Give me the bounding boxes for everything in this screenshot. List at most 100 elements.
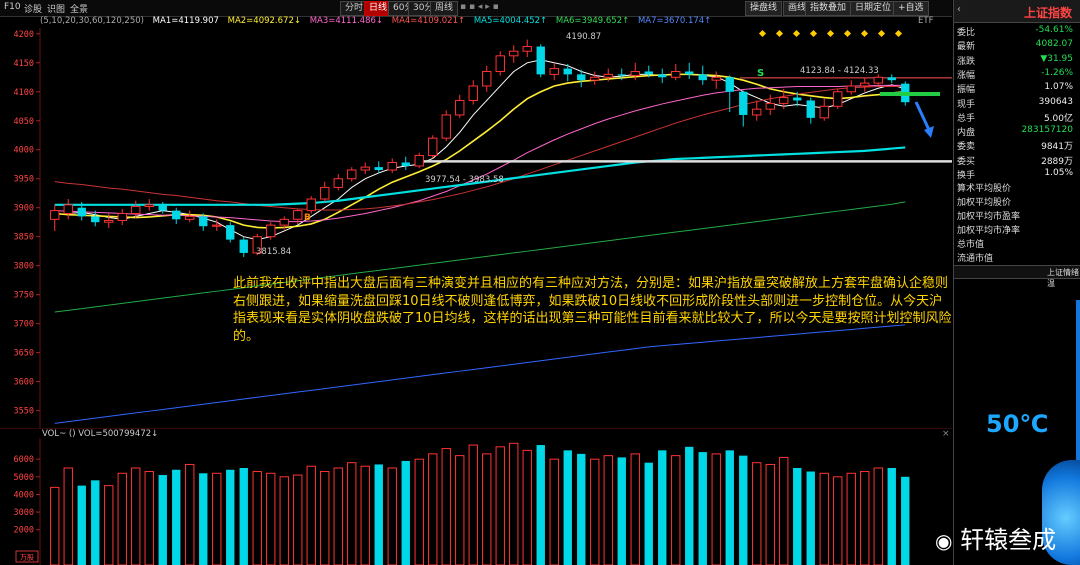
quote-row: 涨幅 -1.26%	[954, 67, 1080, 81]
vol-close-icon[interactable]: ×	[942, 429, 950, 439]
nav-arrows[interactable]: ▪ ▪ ◂ ▸ ▪	[460, 2, 499, 12]
quote-row-label: 总手	[957, 113, 976, 124]
candle-body	[846, 85, 856, 93]
volume-bar	[846, 472, 856, 565]
side-link-label: 流通市值	[957, 254, 994, 264]
side-back-icon[interactable]: ‹	[957, 4, 961, 15]
volume-bar	[509, 442, 519, 565]
quote-row-label: 委卖	[957, 142, 976, 153]
candle-body	[752, 108, 762, 116]
temperature-value: 50℃	[986, 410, 1049, 438]
caopanxian-button[interactable]: 操盘线	[745, 1, 783, 16]
candle-body	[603, 73, 613, 78]
volume-bar	[50, 486, 60, 565]
candle-body	[468, 85, 478, 101]
sentiment-title: 上证情绪温	[1047, 268, 1079, 288]
volume-bar	[279, 476, 289, 565]
toolbar-f10[interactable]: F10	[4, 2, 21, 12]
vol-tick-label: 3000	[14, 508, 34, 518]
candlestick-chart[interactable]: 4200 4150 4100 4050 4000 3950 3900 3850 3800 3750…	[0, 28, 952, 428]
vol-tick-label: 6000	[14, 455, 34, 465]
quote-row-label: 涨跌	[957, 56, 976, 67]
volume-bar	[401, 460, 410, 565]
side-link-label: 加权平均股价	[957, 198, 1012, 208]
candle-body	[495, 55, 505, 72]
candle-body	[374, 167, 383, 171]
candle-body	[117, 213, 127, 221]
side-link-item[interactable]: 总市值	[954, 236, 1080, 250]
vol-tick-label: 2000	[14, 526, 34, 536]
volume-bar	[577, 453, 586, 565]
volume-bar	[711, 453, 721, 565]
side-link-item[interactable]: 加权平均市盈率	[954, 208, 1080, 222]
volume-bar	[428, 453, 438, 565]
candle-body	[482, 70, 492, 87]
y-tick-label: 3650	[14, 349, 34, 359]
volume-bar	[671, 455, 681, 565]
index-overlay-button[interactable]: 指数叠加	[805, 1, 852, 16]
volume-bar	[590, 458, 600, 565]
volume-bar	[158, 475, 167, 565]
side-link-item[interactable]: 算术平均股价	[954, 180, 1080, 194]
date-locate-button[interactable]: 日期定位	[850, 1, 897, 16]
volume-bar	[482, 453, 492, 565]
candle-body	[293, 210, 303, 220]
volume-bar	[212, 472, 222, 565]
candle-body	[644, 71, 653, 75]
candle-body	[306, 198, 316, 212]
quote-row: 委比 -54.61%	[954, 24, 1080, 38]
ma1-value: MA1=4119.907	[152, 16, 219, 26]
volume-bar	[252, 471, 262, 565]
candle-body	[279, 218, 289, 226]
quote-row-label: 最新	[957, 42, 976, 53]
range-label-1: 3977.54 - 3983.58	[425, 175, 504, 185]
volume-bar	[266, 472, 276, 565]
volume-bar	[144, 471, 154, 565]
candle-body	[266, 224, 276, 238]
volume-bar	[117, 472, 127, 565]
volume-bar	[63, 467, 73, 565]
side-link-item[interactable]: 加权平均市净率	[954, 222, 1080, 236]
y-tick-label: 3950	[14, 175, 34, 185]
y-tick-label: 3700	[14, 320, 34, 330]
y-tick-label: 3900	[14, 204, 34, 214]
candle-body	[239, 239, 248, 253]
candle-body	[144, 204, 154, 208]
volume-bar	[698, 452, 707, 565]
candle-body	[779, 97, 789, 104]
volume-bar	[603, 455, 613, 565]
volume-bar	[374, 464, 383, 565]
ma-readout: (5,10,20,30,60,120,250) MA1=4119.907 MA2…	[0, 16, 952, 28]
y-tick-label: 3750	[14, 291, 34, 301]
candle-body	[91, 216, 100, 223]
candle-body	[63, 204, 73, 215]
quote-row-value: 1.05%	[1044, 168, 1073, 178]
side-link-item[interactable]: 流通市值	[954, 250, 1080, 264]
candle-body	[630, 70, 640, 77]
low-label: 3815.84	[256, 247, 291, 257]
add-watchlist-button[interactable]: +自选	[893, 1, 929, 16]
quote-row-value: 9841万	[1041, 142, 1073, 153]
volume-bar	[455, 455, 465, 565]
etf-label[interactable]: ETF	[918, 16, 933, 26]
tab-zhouxian[interactable]: 周线	[430, 1, 459, 16]
volume-chart[interactable]: VOL~ () VOL=500799472↓ × 6000 5000 4000 300…	[0, 428, 952, 565]
toolbar-zhengu[interactable]: 诊股	[24, 2, 42, 15]
ma5-value: MA5=4004.452↑	[473, 16, 548, 26]
y-tick-label: 4200	[14, 30, 34, 40]
volume-bar	[199, 473, 208, 565]
quote-row-value: 390643	[1038, 96, 1073, 107]
toolbar-shitu[interactable]: 识图	[47, 2, 65, 15]
vol-header: VOL~ () VOL=500799472↓	[42, 429, 158, 439]
toolbar-quanjing[interactable]: 全景	[70, 2, 88, 15]
volume-bar	[77, 485, 86, 565]
y-tick-label: 3550	[14, 407, 34, 417]
candle-body	[793, 97, 802, 101]
side-link-item[interactable]: 加权平均股价	[954, 194, 1080, 208]
volume-bar	[739, 455, 748, 565]
volume-bar	[347, 462, 357, 565]
candle-body	[711, 76, 721, 81]
volume-bar	[306, 465, 316, 565]
candle-body	[860, 82, 870, 87]
quote-row-value: 5.00亿	[1043, 113, 1073, 124]
